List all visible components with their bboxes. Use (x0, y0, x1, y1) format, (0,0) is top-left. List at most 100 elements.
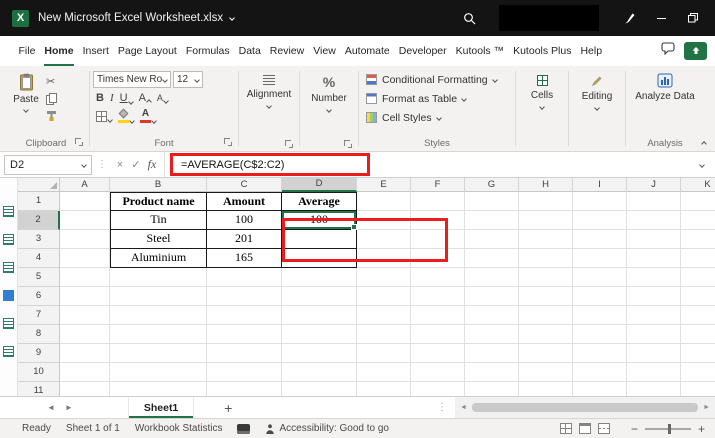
cell-K10[interactable] (681, 363, 715, 382)
cell-J4[interactable] (627, 249, 681, 268)
toolbox-icon[interactable] (3, 346, 14, 357)
increase-font-size-button[interactable]: A (139, 93, 152, 105)
cell-A5[interactable] (60, 268, 110, 287)
formula-bar-handle[interactable]: ⋮ (97, 159, 107, 170)
cell-J6[interactable] (627, 287, 681, 306)
editing-group-button[interactable]: Editing (572, 68, 622, 151)
cell-A8[interactable] (60, 325, 110, 344)
horizontal-scrollbar[interactable]: ◄ ► (455, 397, 715, 418)
italic-button[interactable]: I (110, 93, 114, 104)
title-dropdown-icon[interactable] (229, 15, 235, 21)
zoom-out-button[interactable]: − (631, 423, 638, 435)
cell-C1[interactable]: Amount (207, 192, 282, 211)
settings-icon[interactable] (3, 318, 14, 329)
cell-E10[interactable] (357, 363, 411, 382)
cell-E4[interactable] (357, 249, 411, 268)
row-header-4[interactable]: 4 (18, 249, 60, 268)
search-icon[interactable] (453, 3, 485, 33)
tab-automate[interactable]: Automate (340, 36, 394, 66)
cell-C9[interactable] (207, 344, 282, 363)
cell-B6[interactable] (110, 287, 207, 306)
cell-G1[interactable] (465, 192, 519, 211)
cell-K3[interactable] (681, 230, 715, 249)
cell-F1[interactable] (411, 192, 465, 211)
cell-G2[interactable] (465, 211, 519, 230)
cell-G6[interactable] (465, 287, 519, 306)
cell-D6[interactable] (282, 287, 357, 306)
tab-splitter-handle[interactable]: ⋮ (437, 402, 447, 413)
cell-I11[interactable] (573, 382, 627, 396)
cell-J2[interactable] (627, 211, 681, 230)
column-header-E[interactable]: E (357, 178, 411, 192)
cell-H4[interactable] (519, 249, 573, 268)
decrease-font-size-button[interactable]: A (157, 94, 169, 104)
cell-D1[interactable]: Average (282, 192, 357, 211)
alignment-dialog-launcher[interactable] (285, 140, 294, 149)
tab-developer[interactable]: Developer (394, 36, 451, 66)
scrollbar-thumb[interactable] (471, 403, 699, 412)
cell-C5[interactable] (207, 268, 282, 287)
cell-A10[interactable] (60, 363, 110, 382)
cell-J8[interactable] (627, 325, 681, 344)
cell-I2[interactable] (573, 211, 627, 230)
cell-F5[interactable] (411, 268, 465, 287)
cell-B7[interactable] (110, 306, 207, 325)
cell-I3[interactable] (573, 230, 627, 249)
cell-G8[interactable] (465, 325, 519, 344)
cell-E9[interactable] (357, 344, 411, 363)
cell-B1[interactable]: Product name (110, 192, 207, 211)
expand-formula-bar-icon[interactable] (699, 161, 705, 168)
cell-E6[interactable] (357, 287, 411, 306)
column-header-F[interactable]: F (411, 178, 465, 192)
cell-C11[interactable] (207, 382, 282, 396)
cell-F10[interactable] (411, 363, 465, 382)
font-dialog-launcher[interactable] (224, 138, 233, 147)
cell-I9[interactable] (573, 344, 627, 363)
cell-B8[interactable] (110, 325, 207, 344)
cell-D9[interactable] (282, 344, 357, 363)
number-group-button[interactable]: % Number (303, 68, 355, 151)
cell-C4[interactable]: 165 (207, 249, 282, 268)
analyze-data-button[interactable]: Analyze Data (634, 68, 696, 103)
cell-B11[interactable] (110, 382, 207, 396)
cell-B5[interactable] (110, 268, 207, 287)
cell-J9[interactable] (627, 344, 681, 363)
page-break-view-button[interactable] (597, 423, 610, 434)
cell-A1[interactable] (60, 192, 110, 211)
cell-I8[interactable] (573, 325, 627, 344)
cell-D8[interactable] (282, 325, 357, 344)
cell-F8[interactable] (411, 325, 465, 344)
tab-view[interactable]: View (309, 36, 341, 66)
cut-button[interactable]: ✂ (46, 75, 57, 88)
column-header-G[interactable]: G (465, 178, 519, 192)
sheet-next-icon[interactable]: ► (60, 403, 78, 412)
cell-K11[interactable] (681, 382, 715, 396)
underline-button[interactable]: U (120, 93, 134, 105)
cell-styles-button[interactable]: Cell Styles (362, 108, 512, 127)
cell-K2[interactable] (681, 211, 715, 230)
name-box[interactable]: D2 (4, 154, 92, 175)
cell-G11[interactable] (465, 382, 519, 396)
navigation-pane-icon[interactable] (3, 206, 14, 217)
tab-formulas[interactable]: Formulas (181, 36, 234, 66)
cell-H10[interactable] (519, 363, 573, 382)
scroll-left-icon[interactable]: ◄ (460, 404, 467, 411)
cell-A3[interactable] (60, 230, 110, 249)
row-header-11[interactable]: 11 (18, 382, 60, 396)
row-header-7[interactable]: 7 (18, 306, 60, 325)
cell-F2[interactable] (411, 211, 465, 230)
cell-A11[interactable] (60, 382, 110, 396)
cell-I4[interactable] (573, 249, 627, 268)
cell-G5[interactable] (465, 268, 519, 287)
enter-icon[interactable]: ✓ (128, 158, 144, 171)
cell-A9[interactable] (60, 344, 110, 363)
font-name-select[interactable]: Times New Ro (93, 71, 171, 88)
cell-H11[interactable] (519, 382, 573, 396)
number-dialog-launcher[interactable] (344, 140, 353, 149)
tab-review[interactable]: Review (265, 36, 308, 66)
cell-I7[interactable] (573, 306, 627, 325)
ink-pen-icon[interactable] (613, 3, 645, 33)
cell-G9[interactable] (465, 344, 519, 363)
column-header-D[interactable]: D (282, 178, 357, 192)
cell-F9[interactable] (411, 344, 465, 363)
